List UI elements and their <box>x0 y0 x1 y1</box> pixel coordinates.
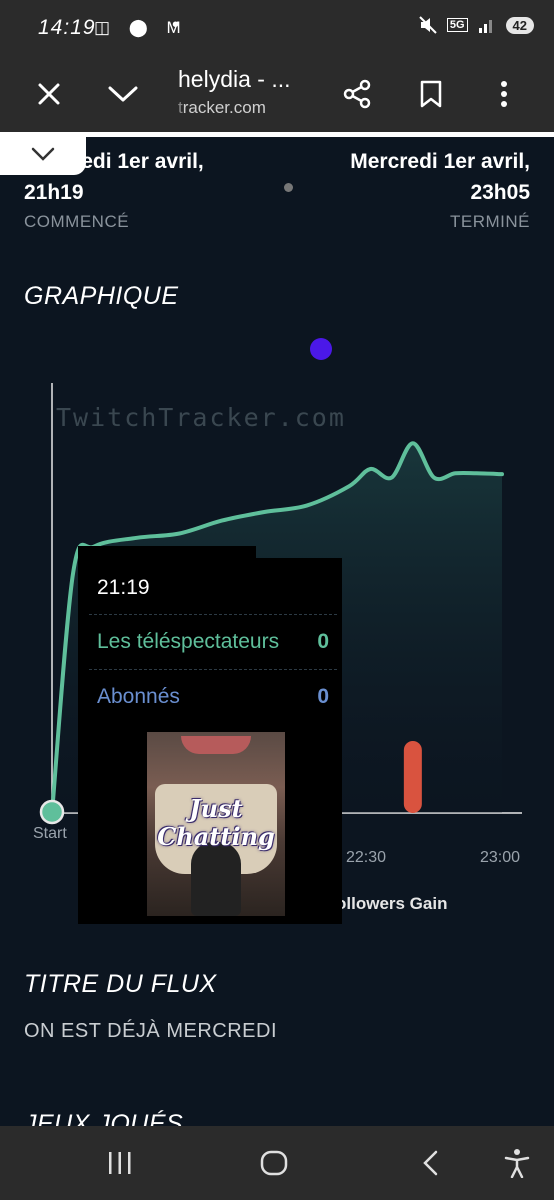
stream-title-value: ON EST DÉJÀ MERCREDI <box>24 1020 277 1042</box>
tooltip-viewers-label: Les téléspectateurs <box>97 629 280 653</box>
tooltip-subs-label: Abonnés <box>97 684 180 708</box>
back-icon[interactable] <box>410 1146 450 1180</box>
accessibility-icon[interactable] <box>497 1146 537 1180</box>
game-art-text-2: Chatting <box>157 822 275 851</box>
home-icon[interactable] <box>254 1146 294 1180</box>
game-art-text-1: Just <box>189 794 243 823</box>
tooltip-viewers-row: Les téléspectateurs 0 <box>89 614 337 668</box>
system-nav-bar <box>0 1126 554 1200</box>
microphone-icon <box>191 842 241 916</box>
x-tick-2300: 23:00 <box>480 849 520 866</box>
stream-title-heading: TITRE DU FLUX <box>24 970 217 998</box>
x-tick-start: Start <box>33 825 67 842</box>
live-marker[interactable] <box>310 338 332 360</box>
tooltip-viewers-value: 0 <box>317 629 329 653</box>
chart-watermark: TwitchTracker.com <box>56 403 346 432</box>
game-thumbnail-just-chatting: Just Chatting <box>147 732 285 916</box>
tooltip-time: 21:19 <box>97 576 150 599</box>
legend-followers-gain[interactable]: ollowers Gain <box>336 894 447 914</box>
hover-point[interactable] <box>39 799 65 825</box>
recent-apps-icon[interactable] <box>100 1146 140 1180</box>
thumbnail-lips <box>181 736 251 754</box>
chart-tooltip: 21:19 Les téléspectateurs 0 Abonnés 0 Ju… <box>78 558 342 924</box>
tooltip-subs-row: Abonnés 0 <box>89 669 337 723</box>
tooltip-subs-value: 0 <box>317 684 329 708</box>
x-tick-2230: 22:30 <box>346 849 386 866</box>
followers-gain-bar <box>403 741 422 813</box>
